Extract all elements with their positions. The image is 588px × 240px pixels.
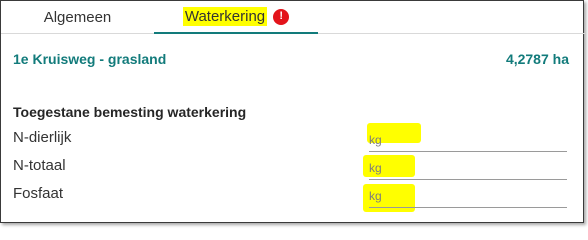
field-label-n-dierlijk: N-dierlijk [13, 129, 72, 146]
tab-general-label: Algemeen [43, 9, 112, 26]
fosfaat-input[interactable] [369, 185, 567, 208]
section-title: Toegestane bemesting waterkering [13, 104, 247, 120]
field-label-n-totaal: N-totaal [13, 157, 66, 174]
exclamation-circle-icon: ! [273, 8, 290, 25]
tab-bar: Algemeen Waterkering ! [1, 1, 585, 34]
parcel-header: 1e Kruisweg - grasland 4,2787 ha [13, 51, 569, 71]
tab-waterkering-label: Waterkering [182, 7, 268, 26]
parcel-name: 1e Kruisweg - grasland [13, 51, 167, 67]
panel: Algemeen Waterkering ! 1e Kruisweg - gra… [0, 0, 585, 223]
tab-waterkering[interactable]: Waterkering ! [154, 1, 318, 34]
n-dierlijk-input[interactable] [369, 129, 567, 152]
n-totaal-input[interactable] [369, 157, 567, 180]
parcel-area: 4,2787 ha [505, 51, 569, 67]
field-row-n-totaal: N-totaal [13, 157, 569, 181]
tab-general[interactable]: Algemeen [1, 1, 154, 34]
field-row-n-dierlijk: N-dierlijk [13, 129, 569, 153]
field-row-fosfaat: Fosfaat [13, 185, 569, 209]
field-label-fosfaat: Fosfaat [13, 185, 64, 202]
